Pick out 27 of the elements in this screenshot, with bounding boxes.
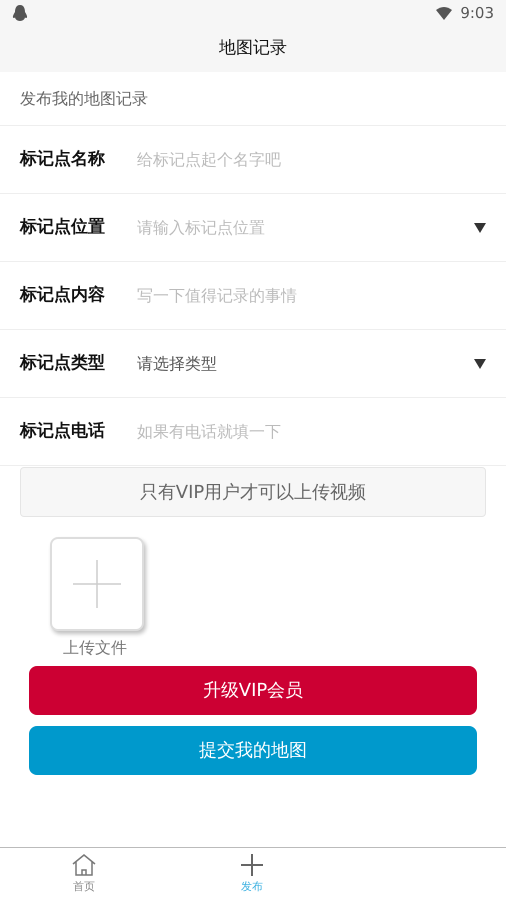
video-upload-notice[interactable]: 只有VIP用户才可以上传视频 — [20, 467, 486, 517]
tab-bar-item[interactable]: 首页 — [0, 848, 168, 900]
input-field[interactable]: 给标记点起个名字吧 — [137, 140, 486, 180]
wifi-icon — [436, 6, 452, 20]
select-field[interactable]: 请输入标记点位置 — [137, 208, 486, 248]
dropdown-caret-icon — [474, 222, 486, 232]
field-label: 标记点位置 — [20, 216, 106, 239]
tab-bar-item[interactable]: 发布 — [168, 848, 336, 900]
page-title: 地图记录 — [219, 37, 287, 60]
input-field[interactable]: 如果有电话就填一下 — [137, 412, 486, 452]
penguin-icon — [12, 4, 28, 22]
upgrade-vip-button[interactable]: 升级VIP会员 — [29, 666, 477, 715]
home-icon — [71, 852, 97, 877]
field-label: 标记点内容 — [20, 284, 106, 307]
field-label: 标记点类型 — [20, 352, 106, 375]
input-field[interactable]: 写一下值得记录的事情 — [137, 276, 486, 316]
field-label: 标记点电话 — [20, 420, 106, 443]
submit-button[interactable]: 提交我的地图 — [29, 726, 477, 775]
plus-icon — [240, 852, 264, 877]
plus-icon — [73, 560, 121, 608]
select-field[interactable]: 请选择类型 — [137, 344, 486, 384]
upload-file-button[interactable] — [50, 537, 144, 631]
status-time: 9:03 — [460, 2, 494, 24]
section-title: 发布我的地图记录 — [20, 88, 148, 110]
field-label: 标记点名称 — [20, 148, 106, 171]
upload-file-label: 上传文件 — [63, 637, 127, 659]
dropdown-caret-icon — [474, 358, 486, 368]
